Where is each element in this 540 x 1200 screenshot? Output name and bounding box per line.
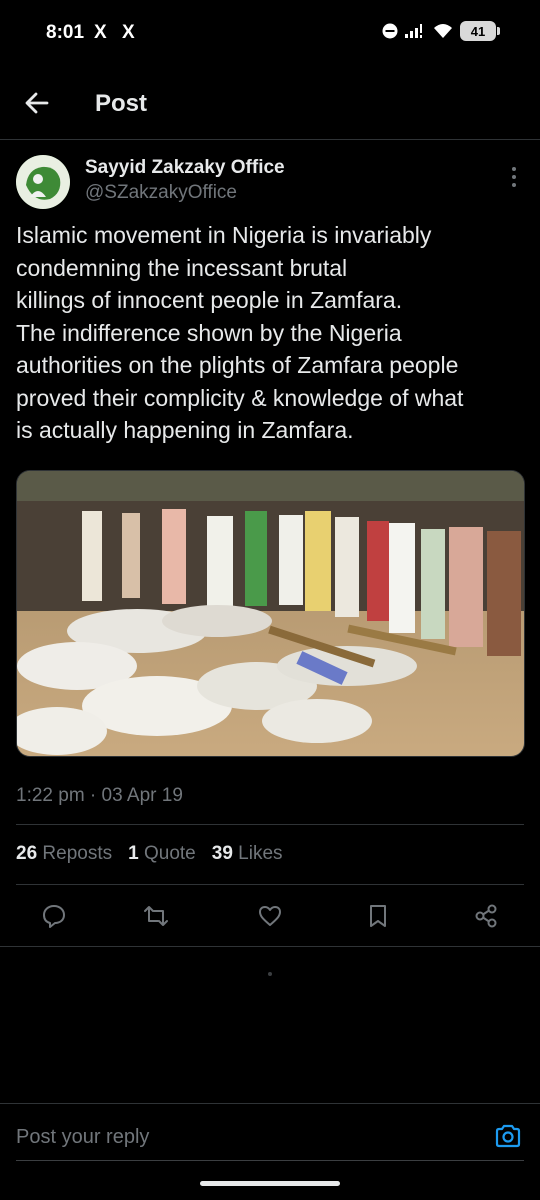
repost-icon bbox=[144, 906, 168, 926]
post-timestamp[interactable]: 1:22 pm · 03 Apr 19 bbox=[16, 785, 183, 807]
likes-stat[interactable]: 39 Likes bbox=[212, 843, 283, 865]
wifi-icon bbox=[434, 24, 452, 38]
status-bar: 8:01 X X 41 bbox=[0, 0, 540, 66]
reply-underline bbox=[16, 1160, 524, 1161]
reposts-label: Reposts bbox=[42, 843, 113, 864]
top-bar: Post bbox=[0, 66, 540, 140]
reply-input[interactable]: Post your reply bbox=[16, 1126, 149, 1149]
divider bbox=[16, 824, 524, 825]
status-time: 8:01 bbox=[46, 22, 85, 43]
x-app-icon: X bbox=[122, 22, 135, 43]
bookmark-icon bbox=[370, 905, 386, 927]
more-options-icon[interactable] bbox=[510, 166, 518, 188]
avatar[interactable] bbox=[16, 155, 70, 209]
camera-icon[interactable] bbox=[494, 1122, 522, 1150]
post-stats: 26 Reposts 1 Quote 39 Likes bbox=[16, 843, 283, 865]
avatar-image bbox=[16, 155, 70, 209]
author-name[interactable]: Sayyid Zakzaky Office bbox=[85, 157, 285, 179]
status-icons: 41 bbox=[382, 21, 500, 41]
like-icon bbox=[259, 906, 281, 926]
reposts-count: 26 bbox=[16, 843, 38, 864]
like-button[interactable] bbox=[250, 896, 290, 936]
likes-count: 39 bbox=[211, 843, 233, 864]
bookmark-button[interactable] bbox=[358, 896, 398, 936]
back-arrow-icon[interactable] bbox=[22, 88, 52, 118]
reply-button[interactable] bbox=[34, 896, 74, 936]
dnd-icon bbox=[382, 23, 398, 39]
home-indicator[interactable] bbox=[200, 1181, 340, 1186]
reposts-stat[interactable]: 26 Reposts bbox=[16, 843, 112, 865]
author-handle[interactable]: @SZakzakyOffice bbox=[85, 182, 237, 204]
reply-composer[interactable]: Post your reply bbox=[0, 1103, 540, 1163]
action-bar bbox=[0, 896, 540, 936]
battery-icon: 41 bbox=[460, 21, 500, 41]
post-photo bbox=[17, 471, 524, 756]
post-image[interactable] bbox=[16, 470, 525, 757]
quotes-label: Quote bbox=[143, 843, 196, 864]
divider bbox=[16, 884, 524, 885]
page-title: Post bbox=[95, 90, 148, 117]
repost-button[interactable] bbox=[136, 896, 176, 936]
share-button[interactable] bbox=[466, 896, 506, 936]
likes-label: Likes bbox=[238, 843, 283, 864]
loading-dot bbox=[268, 972, 272, 976]
quotes-stat[interactable]: 1 Quote bbox=[128, 843, 196, 865]
reply-icon bbox=[43, 905, 65, 928]
quotes-count: 1 bbox=[128, 843, 139, 864]
battery-level: 41 bbox=[470, 23, 486, 39]
share-icon bbox=[475, 904, 497, 928]
post-text: Islamic movement in Nigeria is invariabl… bbox=[16, 222, 464, 443]
signal-icon bbox=[405, 24, 422, 38]
x-app-icon: X bbox=[94, 22, 107, 43]
divider bbox=[0, 946, 540, 947]
